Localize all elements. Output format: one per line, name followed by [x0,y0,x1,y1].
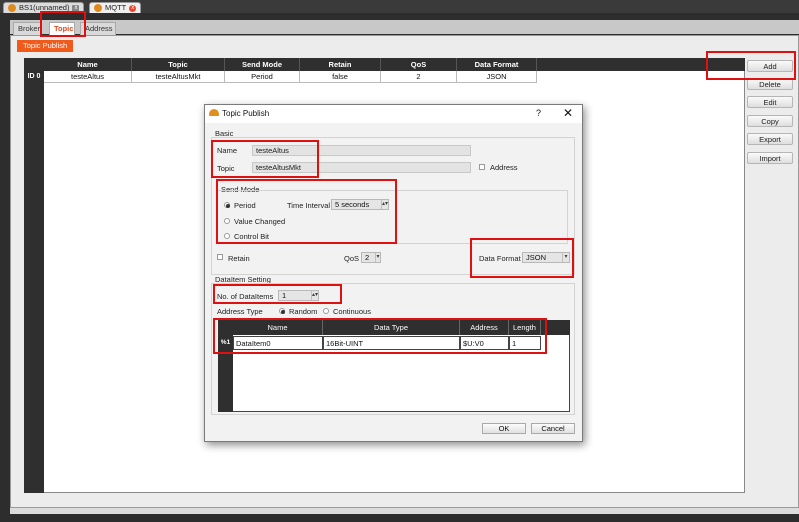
cancel-button[interactable]: Cancel [531,423,575,434]
topic-label: Topic [217,164,235,173]
row-header-column [24,58,44,493]
module-gear-icon [94,4,102,12]
dataitem-address-cell[interactable]: $U:V0 [460,336,509,350]
cell-name[interactable]: testeAltus [44,71,132,83]
cell-data-format[interactable]: JSON [457,71,537,83]
control-bit-radio[interactable] [224,233,230,239]
tab-broker[interactable]: Broker [13,22,41,35]
column-header-name[interactable]: Name [44,58,132,71]
dataitem-row-id[interactable]: %1 [218,336,233,350]
column-header-data-format[interactable]: Data Format [457,58,537,71]
doc-tab-bs1[interactable]: BS1(unnamed) x [3,2,85,13]
address-checkbox[interactable] [479,164,485,170]
app-icon [209,109,219,116]
doc-tab-mqtt[interactable]: MQTT x [89,2,142,13]
close-icon[interactable]: ✕ [563,105,573,121]
period-radio[interactable] [224,202,230,208]
column-header-send-mode[interactable]: Send Mode [225,58,300,71]
retain-checkbox[interactable] [217,254,223,260]
time-interval-value: 5 seconds [335,200,370,209]
continuous-label: Continuous [333,307,371,316]
spin-icon[interactable]: ▴▾ [381,200,388,209]
close-icon[interactable]: x [129,4,137,12]
column-header-length[interactable]: Length [509,320,541,335]
value-changed-label: Value Changed [234,217,286,226]
random-radio[interactable] [279,308,285,314]
column-header-name[interactable]: Name [233,320,323,335]
qos-label: QoS [344,254,360,263]
column-header-address[interactable]: Address [460,320,509,335]
address-type-label: Address Type [217,307,263,316]
export-button[interactable]: Export [747,133,793,145]
dataitem-name-cell[interactable]: DataItem0 [233,336,323,350]
data-format-value: JSON [526,253,547,262]
cell-retain[interactable]: false [300,71,381,83]
no-of-dataitems-stepper[interactable]: 1 ▴▾ [278,290,319,301]
dataitem-length-cell[interactable]: 1 [509,336,541,350]
time-interval-label: Time Interval [287,201,331,210]
data-format-label: Data Format [479,254,521,263]
qos-value: 2 [365,253,370,262]
module-gear-icon [8,4,16,12]
import-button[interactable]: Import [747,152,793,164]
chevron-down-icon[interactable]: ▾ [375,253,380,262]
tab-topic-publish[interactable]: Topic Publish [17,40,74,52]
column-header-retain[interactable]: Retain [300,58,381,71]
control-bit-label: Control Bit [234,232,270,241]
tab-address[interactable]: Address [80,22,116,35]
doc-tab-label: BS1(unnamed) [19,3,70,12]
edit-button[interactable]: Edit [747,96,793,108]
cell-topic[interactable]: testeAltusMkt [132,71,225,83]
doc-tab-label: MQTT [105,3,127,12]
time-interval-select[interactable]: 5 seconds ▴▾ [331,199,389,210]
no-of-dataitems-label: No. of DataItems [217,292,274,301]
value-changed-radio[interactable] [224,218,230,224]
column-header-topic[interactable]: Topic [132,58,225,71]
cell-send-mode[interactable]: Period [225,71,300,83]
ok-button[interactable]: OK [482,423,526,434]
close-icon[interactable]: x [72,4,80,12]
data-format-select[interactable]: JSON ▾ [522,252,570,263]
random-label: Random [289,307,318,316]
subtab-bar [10,20,799,34]
column-header-data-type[interactable]: Data Type [323,320,460,335]
period-label: Period [234,201,256,210]
chevron-down-icon[interactable]: ▾ [562,253,569,262]
dataitem-type-cell[interactable]: 16Bit-UINT [323,336,460,350]
help-icon[interactable]: ? [536,107,541,119]
spin-icon[interactable]: ▴▾ [311,291,318,300]
topic-field[interactable]: testeAltusMkt [252,162,471,173]
cell-qos[interactable]: 2 [381,71,457,83]
address-checkbox-label: Address [490,163,518,172]
name-label: Name [217,146,238,155]
qos-select[interactable]: 2 ▾ [361,252,381,263]
name-field[interactable]: testeAltus [252,145,471,156]
status-bar [10,508,799,514]
copy-button[interactable]: Copy [747,115,793,127]
continuous-radio[interactable] [323,308,329,314]
retain-label: Retain [228,254,250,263]
delete-button[interactable]: Delete [747,78,793,90]
dialog-title: Topic Publish [222,109,270,118]
tab-topic[interactable]: Topic [49,22,75,35]
add-button[interactable]: Add [747,60,793,72]
no-of-dataitems-value: 1 [282,291,287,300]
row-id[interactable]: ID 0 [24,71,44,83]
column-header-qos[interactable]: QoS [381,58,457,71]
